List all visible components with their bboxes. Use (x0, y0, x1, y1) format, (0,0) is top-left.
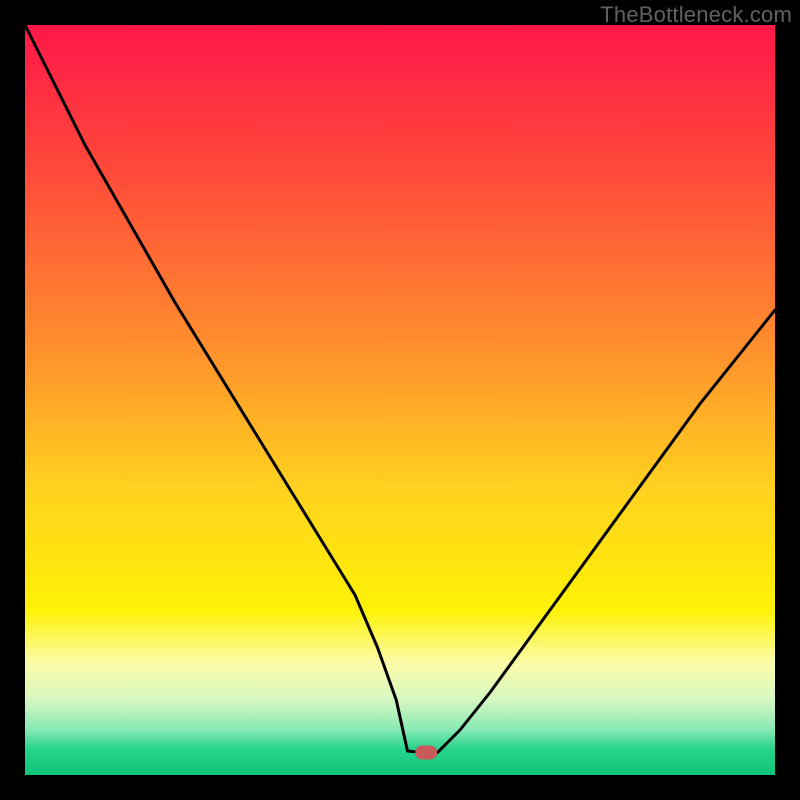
chart-svg (25, 25, 775, 775)
chart-container: TheBottleneck.com (0, 0, 800, 800)
plot-area (25, 25, 775, 775)
gradient-background (25, 25, 775, 775)
minimum-marker (415, 746, 437, 760)
